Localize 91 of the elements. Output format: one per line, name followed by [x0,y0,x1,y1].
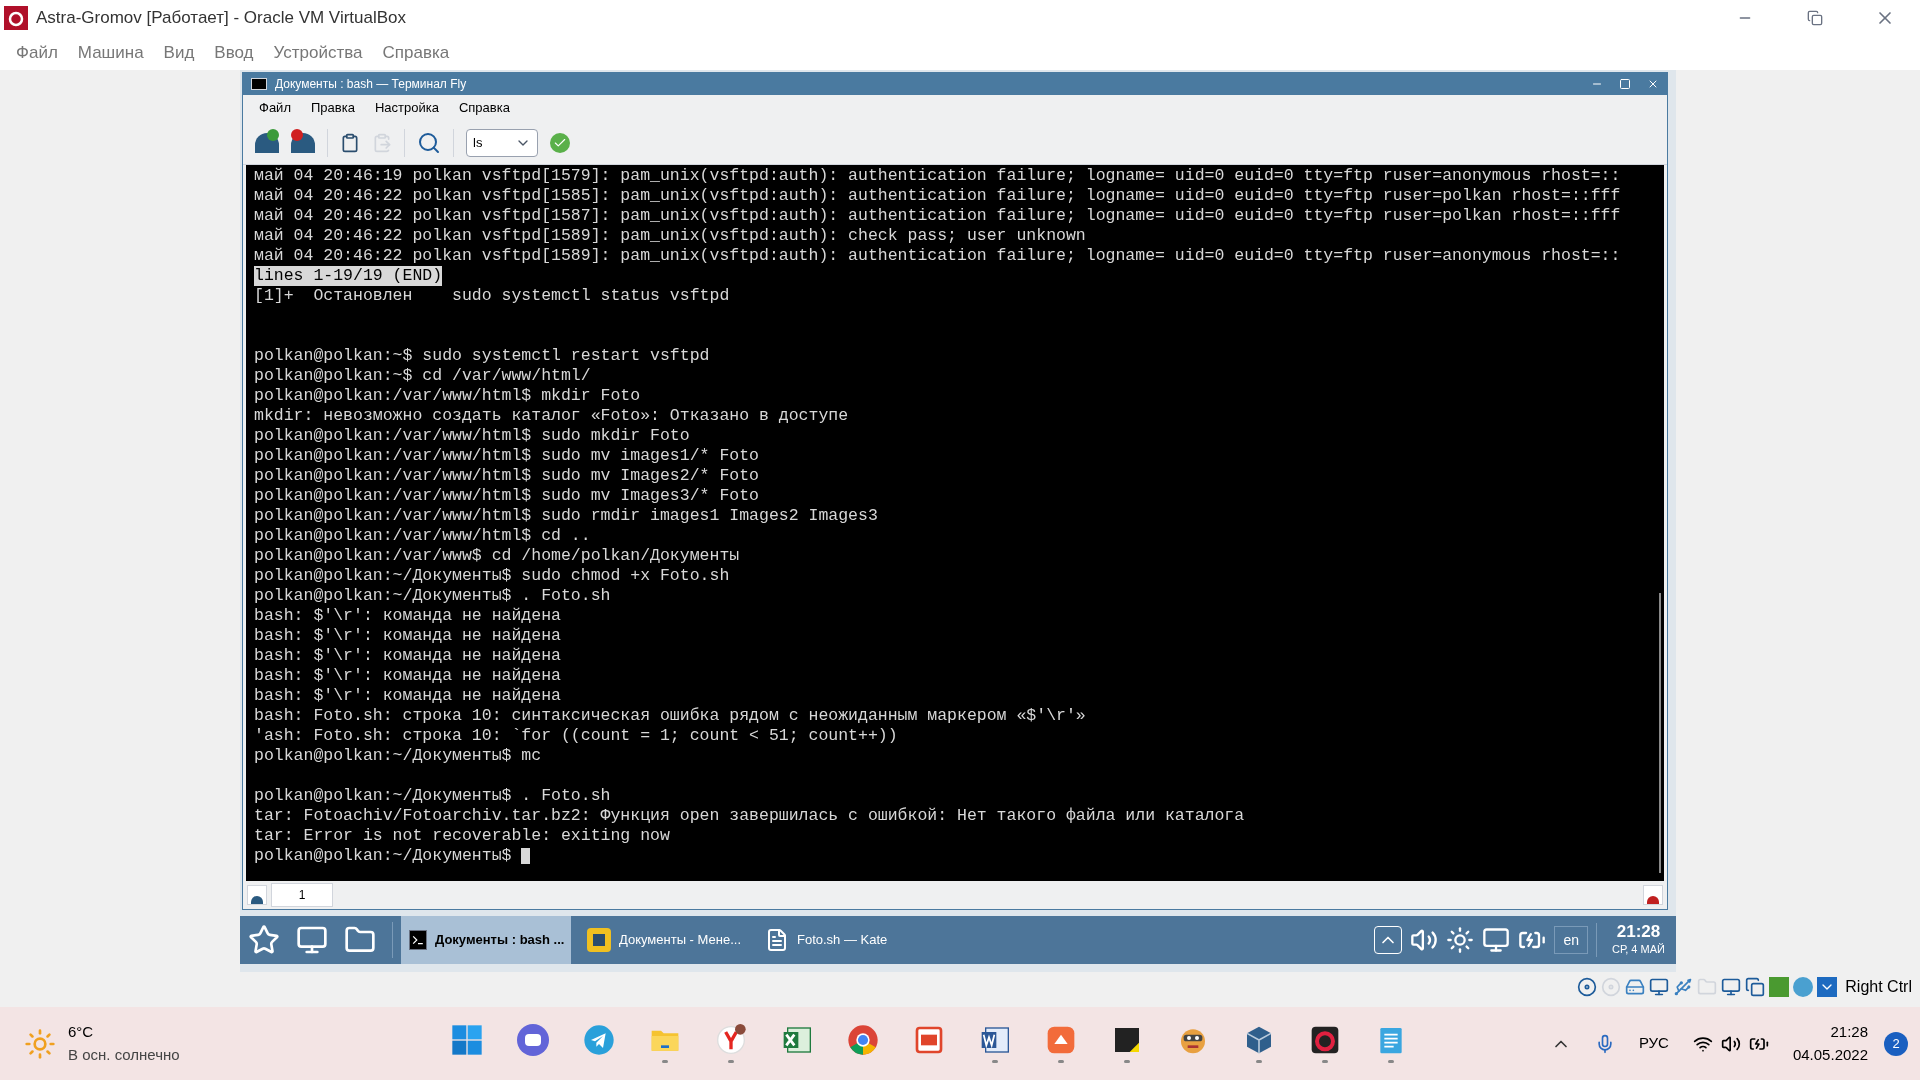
terminal-line: polkan@polkan:~/Документы$ . Foto.sh [254,786,611,806]
command-combo[interactable]: ls [466,128,538,157]
terminal-line: bash: $'\r': команда не найдена [254,646,561,666]
temperature[interactable]: 6°C [68,1021,248,1044]
volume-icon[interactable] [1720,1033,1741,1054]
clock-date[interactable]: 04.05.2022 [1792,1043,1868,1066]
weather-text[interactable]: В осн. солнечно [68,1043,248,1066]
clock-date: СР, 4 МАЙ [1612,941,1665,957]
app-logo-icon [4,5,28,30]
copy-icon[interactable] [340,132,360,153]
host-key-label: Right Ctrl [1845,977,1912,997]
terminal-line: polkan@polkan:/var/www/html$ sudo mv Images3/* Foto [254,486,759,506]
clock-time: 21:28 [1616,922,1661,941]
paper-plane-icon[interactable] [583,1024,616,1056]
windows-logo-icon[interactable] [451,1024,484,1056]
chrome-icon[interactable] [847,1024,880,1056]
input-language[interactable]: РУС [1638,1032,1669,1055]
usb-icon[interactable] [1673,977,1694,997]
file-manager-icon [587,928,611,952]
menu-item[interactable]: Ввод [206,39,262,66]
search-icon[interactable] [417,130,441,155]
taskbar-task[interactable]: Документы : bash ... [401,916,571,964]
terminal-line: май 04 20:46:22 polkan vsftpd[1587]: pam_unix(vsftpd:auth): authentication failure; logname= uid=0 euid=0 tty=ftp ruser=polkan rhost=::fff [254,206,1621,226]
terminal-line: bash: $'\r': команда не найдена [254,626,561,646]
terminal-icon [251,78,267,90]
menu-item[interactable]: Справка [374,39,458,66]
close-session-icon[interactable] [291,132,315,153]
keyboard-layout[interactable]: en [1554,926,1588,954]
terminal-line: [1]+ Остановлен sudo systemctl status vsftpd [254,286,730,306]
new-session-icon[interactable] [255,132,279,153]
menu-item[interactable]: Машина [69,39,152,66]
terminal-line: май 04 20:46:22 polkan vsftpd[1589]: pam_unix(vsftpd:auth): authentication failure; logname= uid=0 euid=0 tty=ftp ruser=anonymous rhost=:: [254,246,1621,266]
display-icon[interactable] [1721,977,1742,997]
window-title: Astra-Gromov [Работает] - Oracle VM VirtualBox [36,6,407,29]
terminal-line: polkan@polkan:/var/www/html$ sudo mv images1/* Foto [254,446,759,466]
menu-item[interactable]: Настройка [366,98,447,118]
terminal-line: bash: Foto.sh: строка 10: синтаксическая ошибка рядом с неожиданным маркером «$'\r'» [254,706,1086,726]
terminal-line: polkan@polkan:~$ cd /var/www/html/ [254,366,591,386]
maximize-button[interactable] [1619,78,1631,90]
terminal-line: tar: Error is not recoverable: exiting now [254,826,670,846]
terminal-line: bash: $'\r': команда не найдена [254,606,561,626]
terminal-line: 'ash: Foto.sh: строка 10: `for ((count = 1; count < 51; count++)) [254,726,898,746]
text-cursor [521,848,531,864]
menu-item[interactable]: Справка [450,98,518,118]
terminal-line: bash: $'\r': команда не найдена [254,686,561,706]
terminal-line: polkan@polkan:/var/www/html$ sudo mv Images2/* Foto [254,466,759,486]
download-icon[interactable] [1817,977,1838,997]
window-title: Документы : bash — Терминал Fly [275,76,467,93]
terminal-line: polkan@polkan:~/Документы$ [254,846,513,866]
terminal-line: polkan@polkan:~/Документы$ . Foto.sh [254,586,611,606]
terminal-line: polkan@polkan:~/Документы$ sudo chmod +x Foto.sh [254,566,730,586]
pager-status: lines 1-19/19 (END) [254,266,443,286]
taskbar-task[interactable]: Foto.sh — Kate [757,916,927,964]
menu-item[interactable]: Файл [251,98,299,118]
terminal-line: tar: Fotoachiv/Fotoarchiv.tar.bz2: Функция open завершилась с ошибкой: Нет такого файла или каталога [254,806,1245,826]
brightness-icon[interactable] [1446,926,1475,954]
chevron-up-icon[interactable] [1374,926,1403,954]
spreadsheet-icon[interactable] [781,1024,814,1056]
new-session-icon[interactable] [247,885,267,905]
terminal-line: bash: $'\r': команда не найдена [254,666,561,686]
document-edit-icon [765,928,789,952]
letter-y-icon[interactable] [715,1024,748,1056]
terminal-line: mkdir: невозможно создать каталог «Foto»: Отказано в доступе [254,406,849,426]
terminal-line: polkan@polkan:/var/www$ cd /home/polkan/Документы [254,546,740,566]
restore-icon[interactable] [1807,9,1823,26]
desktops-icon[interactable] [296,924,328,956]
terminal-line: polkan@polkan:~$ sudo systemctl restart vsftpd [254,346,710,366]
document-icon[interactable] [979,1024,1012,1056]
menu-item[interactable]: Файл [8,39,66,66]
menu-item[interactable]: Правка [302,98,363,118]
check-icon[interactable] [550,132,570,153]
terminal-line: май 04 20:46:22 polkan vsftpd[1589]: pam_unix(vsftpd:auth): check pass; user unknown [254,226,1086,246]
terminal-line: polkan@polkan:/var/www/html$ sudo rmdir images1 Images2 Images3 [254,506,878,526]
terminal-line: май 04 20:46:19 polkan vsftpd[1579]: pam_unix(vsftpd:auth): authentication failure; logname= uid=0 euid=0 tty=ftp ruser=anonymous rhost=:: [254,166,1621,186]
taskbar-task[interactable]: Документы - Мене... [579,916,749,964]
close-session-icon[interactable] [1643,885,1663,905]
disk-icon[interactable] [1577,977,1598,997]
terminal-line: polkan@polkan:/var/www/html$ cd .. [254,526,591,546]
clock-time[interactable]: 21:28 [1830,1021,1868,1044]
menu-item[interactable]: Вид [155,39,203,66]
terminal-line: polkan@polkan:~/Документы$ mc [254,746,542,766]
video-chat-icon[interactable] [517,1024,550,1056]
session-tab[interactable]: 1 [271,883,333,907]
terminal-line: polkan@polkan:/var/www/html$ mkdir Foto [254,386,641,406]
terminal-line: май 04 20:46:22 polkan vsftpd[1585]: pam_unix(vsftpd:auth): authentication failure; logname= uid=0 euid=0 tty=ftp ruser=polkan rhost=::fff [254,186,1621,206]
notification-badge[interactable]: 2 [1884,1031,1908,1056]
terminal-icon [409,930,427,950]
terminal-line: polkan@polkan:/var/www/html$ sudo mkdir Foto [254,426,690,446]
menu-item[interactable]: Устройства [265,39,371,66]
start-menu-icon[interactable] [248,924,280,956]
close-button[interactable] [1647,78,1659,90]
